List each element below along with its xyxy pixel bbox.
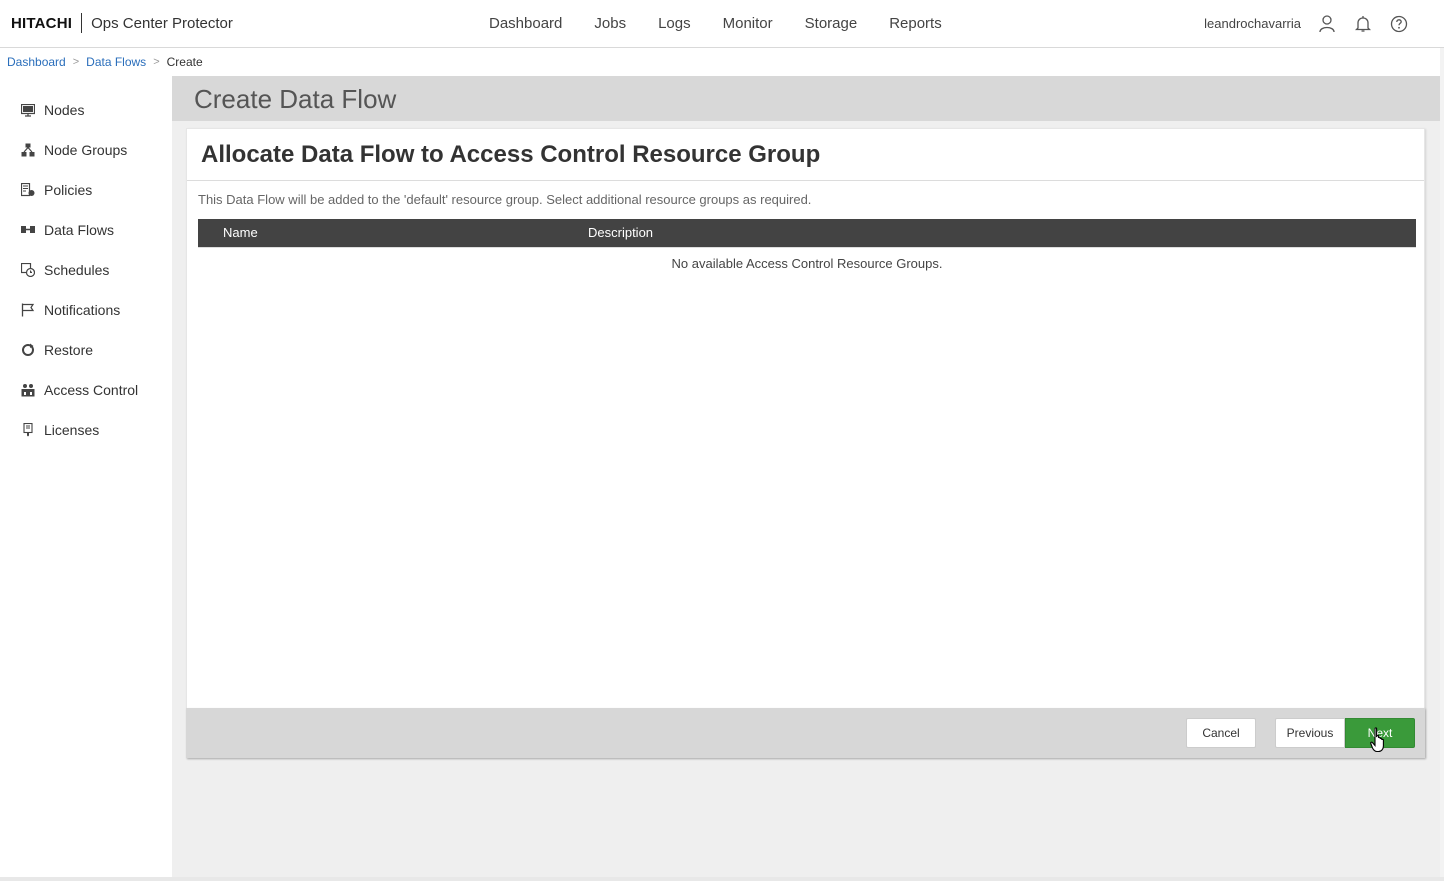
previous-button[interactable]: Previous	[1275, 718, 1345, 748]
sidebar: Nodes Node Groups Policies Data Flows Sc…	[0, 76, 172, 881]
divider	[187, 180, 1424, 181]
node-groups-icon	[21, 143, 35, 157]
main-content: Create Data Flow Allocate Data Flow to A…	[172, 76, 1440, 878]
top-header: HITACHI Ops Center Protector Dashboard J…	[0, 0, 1444, 48]
scrollbar-track[interactable]	[1440, 48, 1444, 878]
table-header: Name Description	[198, 219, 1416, 247]
nav-storage[interactable]: Storage	[789, 15, 874, 32]
page-title: Create Data Flow	[194, 84, 397, 114]
next-button[interactable]: Next	[1345, 718, 1415, 748]
sidebar-item-label: Access Control	[44, 382, 139, 398]
sidebar-item-node-groups[interactable]: Node Groups	[0, 130, 172, 170]
sidebar-item-schedules[interactable]: Schedules	[0, 250, 172, 290]
breadcrumb-current: Create	[166, 55, 203, 69]
bell-icon[interactable]	[1352, 13, 1374, 35]
wizard-panel: Allocate Data Flow to Access Control Res…	[186, 128, 1425, 758]
policies-icon	[21, 183, 35, 197]
help-icon[interactable]	[1388, 13, 1410, 35]
nav-dashboard[interactable]: Dashboard	[473, 15, 578, 32]
cancel-button[interactable]: Cancel	[1186, 718, 1256, 748]
panel-description: This Data Flow will be added to the 'def…	[198, 192, 812, 207]
empty-table-message: No available Access Control Resource Gro…	[198, 247, 1416, 279]
flag-icon	[21, 303, 35, 317]
username[interactable]: leandrochavarria	[1204, 16, 1301, 31]
panel-title: Allocate Data Flow to Access Control Res…	[201, 141, 821, 168]
breadcrumb: Dashboard > Data Flows > Create	[7, 54, 203, 70]
column-header-name[interactable]: Name	[223, 219, 258, 247]
column-header-description[interactable]: Description	[588, 219, 653, 247]
sidebar-item-restore[interactable]: Restore	[0, 330, 172, 370]
sidebar-item-licenses[interactable]: Licenses	[0, 410, 172, 450]
resource-groups-table: Name Description No available Access Con…	[198, 219, 1416, 279]
user-icon[interactable]	[1316, 13, 1338, 35]
sidebar-item-label: Data Flows	[44, 222, 115, 238]
main-nav: Dashboard Jobs Logs Monitor Storage Repo…	[473, 0, 958, 47]
sidebar-item-label: Licenses	[44, 422, 100, 438]
sidebar-item-data-flows[interactable]: Data Flows	[0, 210, 172, 250]
access-control-icon	[21, 383, 35, 397]
sidebar-item-label: Restore	[44, 342, 94, 358]
breadcrumb-separator: >	[153, 56, 160, 68]
nav-jobs[interactable]: Jobs	[578, 15, 642, 32]
breadcrumb-separator: >	[72, 56, 80, 68]
sidebar-item-policies[interactable]: Policies	[0, 170, 172, 210]
sidebar-item-nodes[interactable]: Nodes	[0, 90, 172, 130]
license-icon	[21, 423, 35, 437]
breadcrumb-data-flows[interactable]: Data Flows	[86, 55, 146, 69]
nav-logs[interactable]: Logs	[642, 15, 707, 32]
nav-reports[interactable]: Reports	[873, 15, 958, 32]
data-flows-icon	[21, 223, 35, 237]
sidebar-item-label: Policies	[44, 182, 93, 198]
brand[interactable]: HITACHI Ops Center Protector	[11, 12, 233, 34]
nav-monitor[interactable]: Monitor	[707, 15, 789, 32]
hitachi-logo: HITACHI	[11, 14, 73, 32]
window-bottom-edge	[0, 877, 1444, 881]
monitor-icon	[21, 103, 35, 117]
sidebar-item-label: Notifications	[44, 302, 121, 318]
user-area: leandrochavarria	[1204, 0, 1444, 47]
product-name: Ops Center Protector	[91, 14, 233, 32]
restore-icon	[21, 343, 35, 357]
wizard-footer: Cancel Previous Next	[186, 708, 1425, 758]
sidebar-item-label: Node Groups	[44, 142, 128, 158]
sidebar-item-label: Schedules	[44, 262, 110, 278]
schedules-icon	[21, 263, 35, 277]
breadcrumb-dashboard[interactable]: Dashboard	[7, 55, 66, 69]
page-header: Create Data Flow	[172, 76, 1440, 121]
sidebar-item-notifications[interactable]: Notifications	[0, 290, 172, 330]
sidebar-item-label: Nodes	[44, 102, 85, 118]
brand-divider	[81, 13, 83, 33]
sidebar-item-access-control[interactable]: Access Control	[0, 370, 172, 410]
